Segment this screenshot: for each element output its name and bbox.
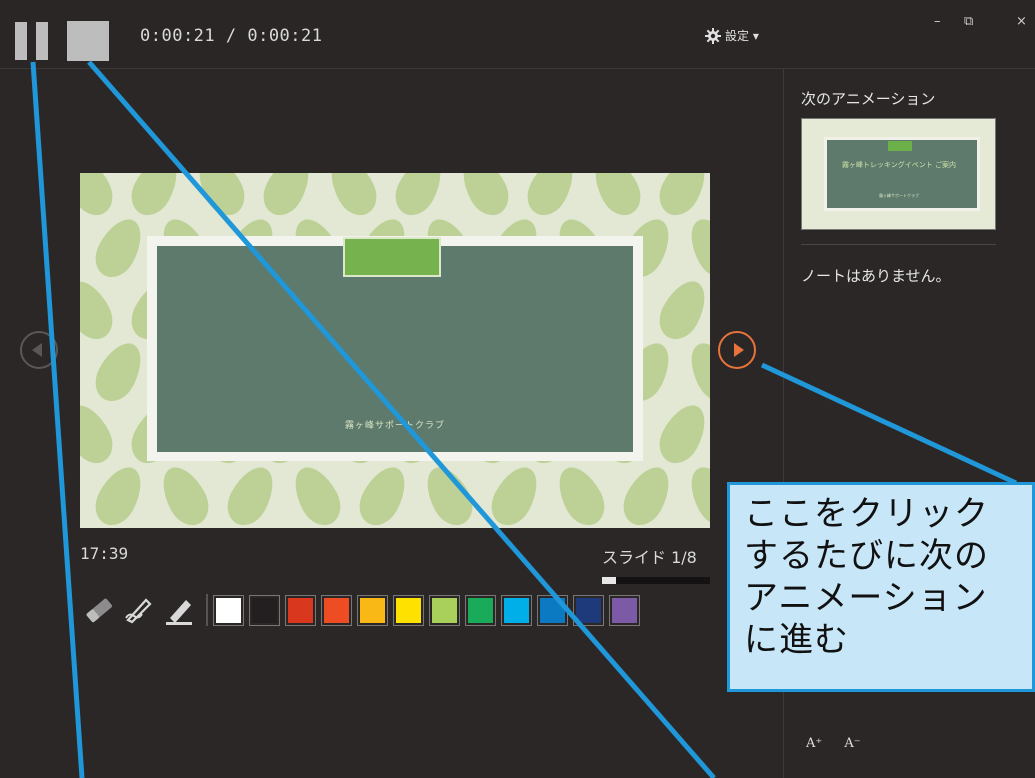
callout-line: アニメーション	[744, 578, 988, 618]
callout-line: するたびに次の	[744, 536, 989, 576]
callout-line: ここをクリック	[744, 494, 989, 534]
connector-line-next	[760, 362, 1018, 486]
instruction-callout: ここをクリック するたびに次の アニメーション に進む	[727, 482, 1035, 692]
callout-line: に進む	[744, 620, 849, 660]
connector-line-pause	[30, 61, 85, 778]
connector-line-stop	[87, 60, 716, 778]
